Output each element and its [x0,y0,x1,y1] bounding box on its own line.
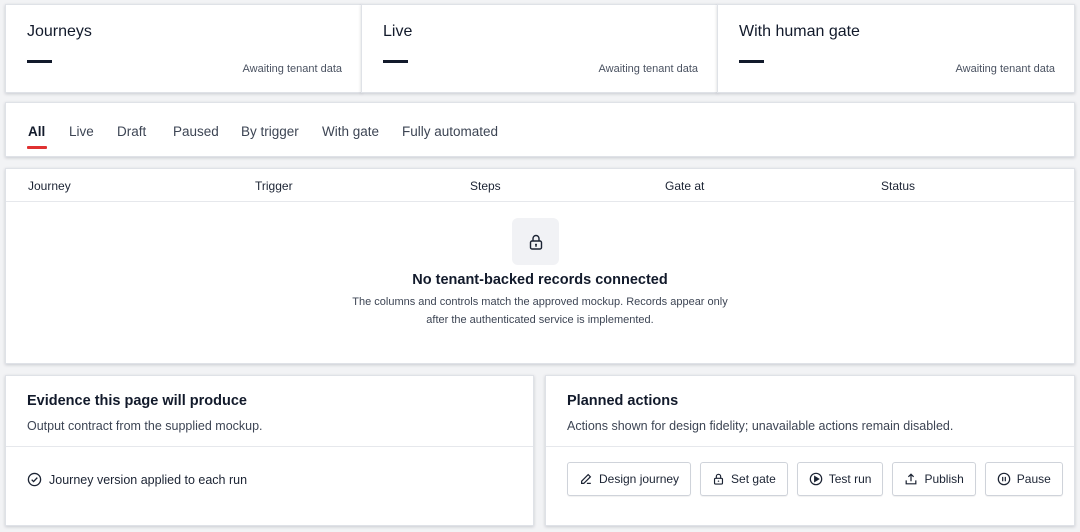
metric-title: Journeys [27,23,92,40]
button-label: Design journey [599,472,680,486]
column-header-trigger: Trigger [255,179,293,193]
evidence-item-label: Journey version applied to each run [49,472,248,487]
column-header-gate-at: Gate at [665,179,705,193]
metric-card-live: Live Awaiting tenant data [361,4,718,93]
empty-state-text-line-1: The columns and controls match the appro… [352,296,728,308]
pause-button[interactable]: Pause [984,462,1063,496]
tab-all[interactable]: All [28,124,45,139]
column-header-status: Status [881,179,916,193]
button-label: Set gate [731,472,776,486]
button-label: Publish [924,472,964,486]
metric-card-human-gate: With human gate Awaiting tenant data [717,4,1075,93]
empty-state-icon-box [512,218,559,265]
filter-tabs: All Live Draft Paused By trigger With ga… [5,102,1075,157]
tab-live[interactable]: Live [69,124,94,139]
evidence-subtitle: Output contract from the supplied mockup… [27,419,263,433]
table-header: Journey Trigger Steps Gate at Status [6,169,1074,202]
upload-icon [904,472,918,486]
actions-title: Planned actions [567,393,679,409]
divider [6,446,533,447]
tab-draft[interactable]: Draft [117,124,146,139]
metric-note: Awaiting tenant data [955,63,1055,75]
metric-title: Live [383,23,413,40]
lock-icon [527,233,545,251]
pencil-icon [579,472,593,486]
journeys-table: Journey Trigger Steps Gate at Status No … [5,168,1075,364]
column-header-journey: Journey [28,179,71,193]
empty-state-title: No tenant-backed records connected [412,272,668,288]
metric-value-dash [739,60,764,63]
publish-button[interactable]: Publish [892,462,976,496]
check-circle-icon [27,472,42,487]
pause-circle-icon [997,472,1011,486]
action-buttons: Design journey Set gate Test run Publish… [567,462,1063,496]
metric-value-dash [27,60,52,63]
metric-card-journeys: Journeys Awaiting tenant data [5,4,362,93]
actions-subtitle: Actions shown for design fidelity; unava… [567,419,954,433]
play-circle-icon [809,472,823,486]
active-tab-indicator [27,146,47,149]
metric-note: Awaiting tenant data [242,63,342,75]
tab-by-trigger[interactable]: By trigger [241,124,299,139]
tab-fully-automated[interactable]: Fully automated [402,124,498,139]
empty-state-text-line-2: after the authenticated service is imple… [426,314,654,326]
tab-paused[interactable]: Paused [173,124,219,139]
planned-actions-card: Planned actions Actions shown for design… [545,375,1075,526]
evidence-item: Journey version applied to each run [27,472,247,487]
set-gate-button[interactable]: Set gate [700,462,788,496]
button-label: Test run [828,472,872,486]
test-run-button[interactable]: Test run [796,462,884,496]
design-journey-button[interactable]: Design journey [567,462,692,496]
divider [546,446,1074,447]
tab-with-gate[interactable]: With gate [322,124,379,139]
metric-note: Awaiting tenant data [598,63,698,75]
evidence-title: Evidence this page will produce [27,393,247,409]
button-label: Pause [1016,472,1051,486]
metric-title: With human gate [739,23,860,40]
metric-value-dash [383,60,408,63]
column-header-steps: Steps [470,179,501,193]
lock-icon [712,472,725,486]
evidence-card: Evidence this page will produce Output c… [5,375,534,526]
